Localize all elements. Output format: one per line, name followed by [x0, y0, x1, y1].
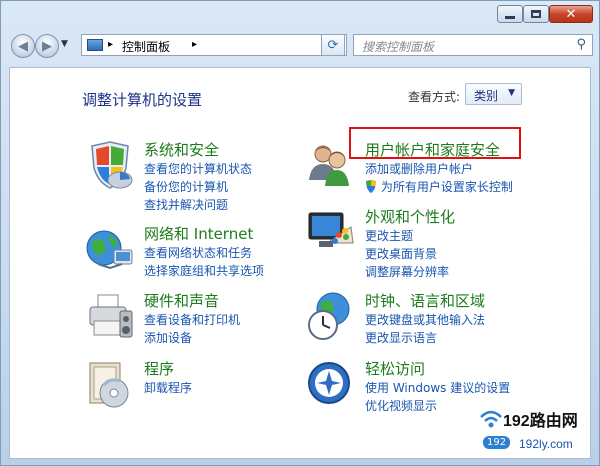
- navigation-bar: ◀ ▶ ▼ ▸ 控制面板 ▸ ▼ ⟳ 搜索控制面板 ⚲: [9, 33, 593, 59]
- category-title[interactable]: 硬件和声音: [144, 290, 219, 311]
- category-title[interactable]: 系统和安全: [144, 139, 219, 160]
- caption-buttons: ✕: [497, 5, 593, 23]
- close-button[interactable]: ✕: [549, 5, 593, 23]
- category-link[interactable]: 查看网络状态和任务: [144, 244, 252, 261]
- watermark-title: 192路由网: [503, 413, 578, 430]
- category-link[interactable]: 更改桌面背景: [365, 245, 437, 262]
- category-link[interactable]: 查看设备和打印机: [144, 311, 240, 328]
- history-dropdown-icon[interactable]: ▼: [61, 39, 68, 49]
- breadcrumb-separator-icon[interactable]: ▸: [192, 39, 197, 50]
- back-button[interactable]: ◀: [11, 34, 35, 58]
- back-arrow-icon: ◀: [18, 38, 28, 54]
- category-link[interactable]: 更改主题: [365, 227, 413, 244]
- control-panel-window: ✕ ◀ ▶ ▼ ▸ 控制面板 ▸ ▼ ⟳ 搜索控制面板 ⚲ 调整计算机的设置 查…: [0, 0, 600, 466]
- category-title[interactable]: 程序: [144, 358, 174, 379]
- chevron-down-icon: ▼: [508, 88, 515, 98]
- search-box[interactable]: 搜索控制面板 ⚲: [353, 34, 593, 56]
- category-title[interactable]: 时钟、语言和区域: [365, 290, 485, 311]
- category-link[interactable]: 为所有用户设置家长控制: [365, 178, 513, 195]
- monitor-palette-icon[interactable]: [305, 207, 357, 259]
- breadcrumb-separator-icon[interactable]: ▸: [108, 39, 113, 50]
- category-link[interactable]: 卸载程序: [144, 379, 192, 396]
- category-title[interactable]: 网络和 Internet: [144, 223, 253, 244]
- network-globe-icon[interactable]: [84, 224, 136, 276]
- watermark-badge: 192: [483, 436, 511, 449]
- view-by-select[interactable]: 类别 ▼: [465, 83, 522, 105]
- maximize-button[interactable]: [523, 5, 549, 23]
- view-by-value: 类别: [474, 89, 499, 103]
- page-title: 调整计算机的设置: [82, 91, 203, 109]
- category-link[interactable]: 查找并解决问题: [144, 196, 228, 213]
- breadcrumb-control-panel[interactable]: 控制面板: [122, 38, 170, 55]
- watermark: 192路由网 192 192ly.com: [475, 405, 599, 463]
- search-placeholder: 搜索控制面板: [362, 40, 435, 54]
- category-link[interactable]: 备份您的计算机: [144, 178, 228, 195]
- control-panel-icon: [87, 39, 103, 51]
- category-link-label: 为所有用户设置家长控制: [380, 180, 513, 194]
- category-title[interactable]: 轻松访问: [365, 358, 425, 379]
- category-link[interactable]: 添加或删除用户帐户: [365, 160, 473, 177]
- category-link[interactable]: 使用 Windows 建议的设置: [365, 379, 510, 396]
- printer-icon[interactable]: [84, 291, 136, 343]
- uac-shield-icon: [366, 180, 376, 193]
- forward-arrow-icon: ▶: [42, 38, 52, 54]
- highlight-box: [349, 127, 521, 159]
- category-link[interactable]: 调整屏幕分辨率: [365, 263, 449, 280]
- category-link[interactable]: 选择家庭组和共享选项: [144, 262, 264, 279]
- category-link[interactable]: 更改键盘或其他输入法: [365, 311, 485, 328]
- address-bar[interactable]: ▸ 控制面板 ▸ ▼: [81, 34, 347, 56]
- programs-icon[interactable]: [84, 359, 136, 411]
- category-link[interactable]: 查看您的计算机状态: [144, 160, 252, 177]
- maximize-icon: [531, 10, 541, 18]
- refresh-icon: ⟳: [327, 37, 339, 53]
- minimize-icon: [505, 15, 515, 19]
- shield-icon[interactable]: [84, 140, 136, 192]
- close-icon: ✕: [565, 6, 577, 22]
- forward-button[interactable]: ▶: [35, 34, 59, 58]
- category-link[interactable]: 添加设备: [144, 329, 192, 346]
- wifi-icon: [480, 410, 502, 428]
- ease-of-access-icon[interactable]: [305, 359, 357, 411]
- content-pane: 调整计算机的设置 查看方式: 类别 ▼ 系统和安全 查看您的计算机状态 备份您的…: [9, 67, 591, 459]
- category-link[interactable]: 优化视频显示: [365, 397, 437, 414]
- view-by-label: 查看方式:: [408, 90, 461, 104]
- minimize-button[interactable]: [497, 5, 523, 23]
- category-link[interactable]: 更改显示语言: [365, 329, 437, 346]
- clock-globe-icon[interactable]: [305, 291, 357, 343]
- search-icon[interactable]: ⚲: [576, 37, 586, 52]
- watermark-url: 192ly.com: [519, 437, 573, 451]
- category-title[interactable]: 外观和个性化: [365, 206, 455, 227]
- refresh-button[interactable]: ⟳: [321, 34, 345, 56]
